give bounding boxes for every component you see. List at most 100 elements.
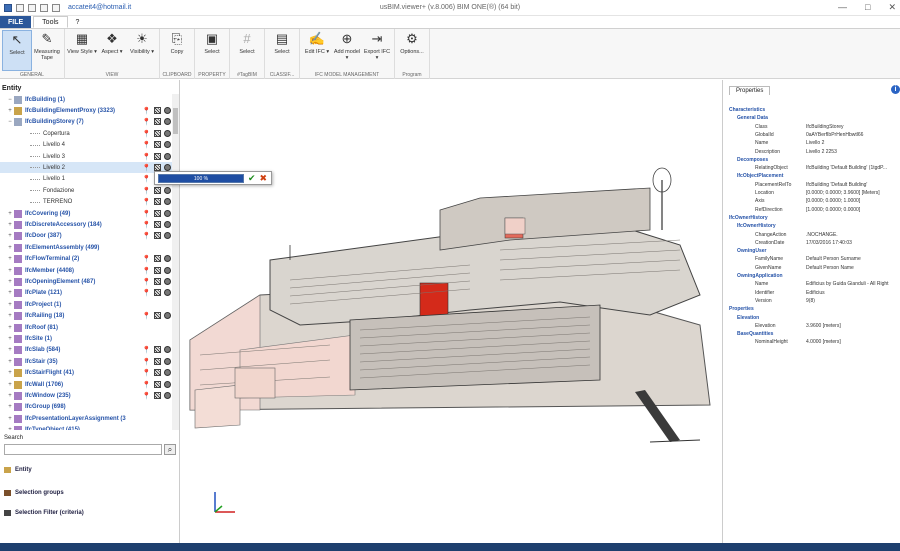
select-pattern-icon[interactable] [153,163,161,171]
pin-icon[interactable]: 📍 [142,107,151,115]
pin-icon[interactable]: 📍 [142,381,151,389]
property-row[interactable]: Location [0.0000; 0.0000; 3.9600] [Meters… [723,189,899,197]
tree-item[interactable]: Livello 1 📍 [0,174,172,185]
tree-expander-icon[interactable]: − [6,119,14,125]
tree-item[interactable]: + IfcFlowTerminal (2) 📍 [0,254,172,265]
property-row[interactable]: Version 9(8) [723,297,899,305]
tree-expander-icon[interactable]: + [6,222,14,228]
select-pattern-icon[interactable] [153,129,161,137]
tree-item[interactable]: + IfcWall (1706) 📍 [0,379,172,390]
tree-item[interactable]: + IfcDiscreteAccessory (184) 📍 [0,219,172,230]
copy-button[interactable]: ⎘ Copy [162,30,192,71]
pin-icon[interactable]: 📍 [142,221,151,229]
property-row[interactable]: Name Livello 2 [723,139,899,147]
property-section[interactable]: OwningApplication [723,272,899,280]
tab-file[interactable]: FILE [0,16,32,28]
select-pattern-icon[interactable] [153,152,161,160]
tree-item[interactable]: + IfcStairFlight (41) 📍 [0,368,172,379]
property-row[interactable]: RefDirection [1.0000; 0.0000; 0.0000] [723,206,899,214]
tree-expander-icon[interactable]: + [6,336,14,342]
tree-expander-icon[interactable]: + [6,325,14,331]
new-file-icon[interactable] [16,3,24,12]
property-row[interactable]: PlacementRelTo IfcBuilding 'Default Build… [723,181,899,189]
visibility-icon[interactable] [163,380,171,388]
view-style-button[interactable]: ▦ View Style ▾ [67,30,97,71]
tree-item[interactable]: + IfcBuildingElementProxy (3323) 📍 [0,105,172,116]
pin-icon[interactable]: 📍 [142,255,151,263]
property-row[interactable]: GivenName Default Person Name [723,264,899,272]
dropdown-icon[interactable] [52,3,60,12]
select-pattern-icon[interactable] [153,391,161,399]
visibility-icon[interactable] [163,357,171,365]
minimize-icon[interactable]: — [838,2,847,13]
tree-scrollbar-thumb[interactable] [173,108,178,134]
tree-expander-icon[interactable]: + [6,256,14,262]
visibility-icon[interactable] [163,198,171,206]
tab-tools[interactable]: Tools [33,16,68,28]
section-selection-groups[interactable]: Selection groups [4,490,64,496]
pin-icon[interactable]: 📍 [142,267,151,275]
pin-icon[interactable]: 📍 [142,210,151,218]
tree-item[interactable]: + IfcCovering (49) 📍 [0,208,172,219]
property-row[interactable]: RelatingObject IfcBuilding 'Default Build… [723,164,899,172]
property-row[interactable]: Elevation 3.9600 [meters] [723,322,899,330]
tree-expander-icon[interactable]: + [6,245,14,251]
tree-expander-icon[interactable]: + [6,268,14,274]
tree-expander-icon[interactable]: + [6,347,14,353]
select-pattern-icon[interactable] [153,266,161,274]
tree-item[interactable]: + IfcSlab (584) 📍 [0,345,172,356]
tree-item[interactable]: + IfcOpeningElement (487) 📍 [0,276,172,287]
tree-expander-icon[interactable]: + [6,382,14,388]
pin-icon[interactable]: 📍 [142,392,151,400]
tree-item[interactable]: Livello 4 📍 [0,140,172,151]
select-pattern-icon[interactable] [153,106,161,114]
tree-item[interactable]: TERRENO 📍 [0,197,172,208]
tree-item[interactable]: Fondazione 📍 [0,185,172,196]
select-pattern-icon[interactable] [153,312,161,320]
select-button[interactable]: ▣ Select [197,30,227,71]
tree-expander-icon[interactable]: + [6,404,14,410]
tree-expander-icon[interactable]: − [6,97,14,103]
property-row[interactable]: Name Edificius by Guida Gianduli - All Ri… [723,280,899,288]
pin-icon[interactable]: 📍 [142,164,151,172]
property-section[interactable]: Properties [723,305,899,313]
tree-item[interactable]: + IfcDoor (387) 📍 [0,231,172,242]
edit-ifc-button[interactable]: ✍ Edit IFC ▾ [302,30,332,71]
select-pattern-icon[interactable] [153,220,161,228]
pin-icon[interactable]: 📍 [142,278,151,286]
select-pattern-icon[interactable] [153,198,161,206]
property-row[interactable]: Axis [0.0000; 0.0000; 1.0000] [723,197,899,205]
tree-item[interactable]: − IfcBuilding (1) [0,94,172,105]
confirm-icon[interactable]: ✔ [248,173,256,184]
tree-item[interactable]: + IfcPresentationLayerAssignment (3 [0,413,172,424]
search-icon[interactable]: ⌕ [164,444,176,455]
cancel-icon[interactable]: ✖ [260,173,268,184]
tree-scrollbar[interactable] [172,94,179,430]
select-button[interactable]: # Select [232,30,262,71]
property-section[interactable]: Characteristics [723,106,899,114]
property-row[interactable]: FamilyName Default Person Surname [723,255,899,263]
visibility-icon[interactable] [163,312,171,320]
tree-expander-icon[interactable]: + [6,359,14,365]
visibility-icon[interactable] [163,266,171,274]
pin-icon[interactable]: 📍 [142,130,151,138]
tree-expander-icon[interactable]: + [6,427,14,430]
section-selection-filter[interactable]: Selection Filter (criteria) [4,510,84,516]
select-pattern-icon[interactable] [153,186,161,194]
property-section[interactable]: OwningUser [723,247,899,255]
tree-expander-icon[interactable]: + [6,370,14,376]
property-row[interactable]: GlobalId 0aAYBerfIbPrHenHbwtl66 [723,131,899,139]
property-section[interactable]: IfcOwnerHistory [723,214,899,222]
tree-item[interactable]: + IfcRoof (81) [0,322,172,333]
visibility-icon[interactable] [163,186,171,194]
close-icon[interactable]: ✕ [888,2,896,13]
pin-icon[interactable]: 📍 [142,141,151,149]
export-ifc-button[interactable]: ⇥ Export IFC ▾ [362,30,392,71]
tree-item[interactable]: + IfcMember (4408) 📍 [0,265,172,276]
pin-icon[interactable]: 📍 [142,175,151,183]
visibility-icon[interactable] [163,277,171,285]
tree-expander-icon[interactable]: + [6,393,14,399]
pin-icon[interactable]: 📍 [142,312,151,320]
section-entity[interactable]: Entity [4,467,32,473]
measuring-tape-button[interactable]: ✎ Measuring Tape [32,30,62,71]
